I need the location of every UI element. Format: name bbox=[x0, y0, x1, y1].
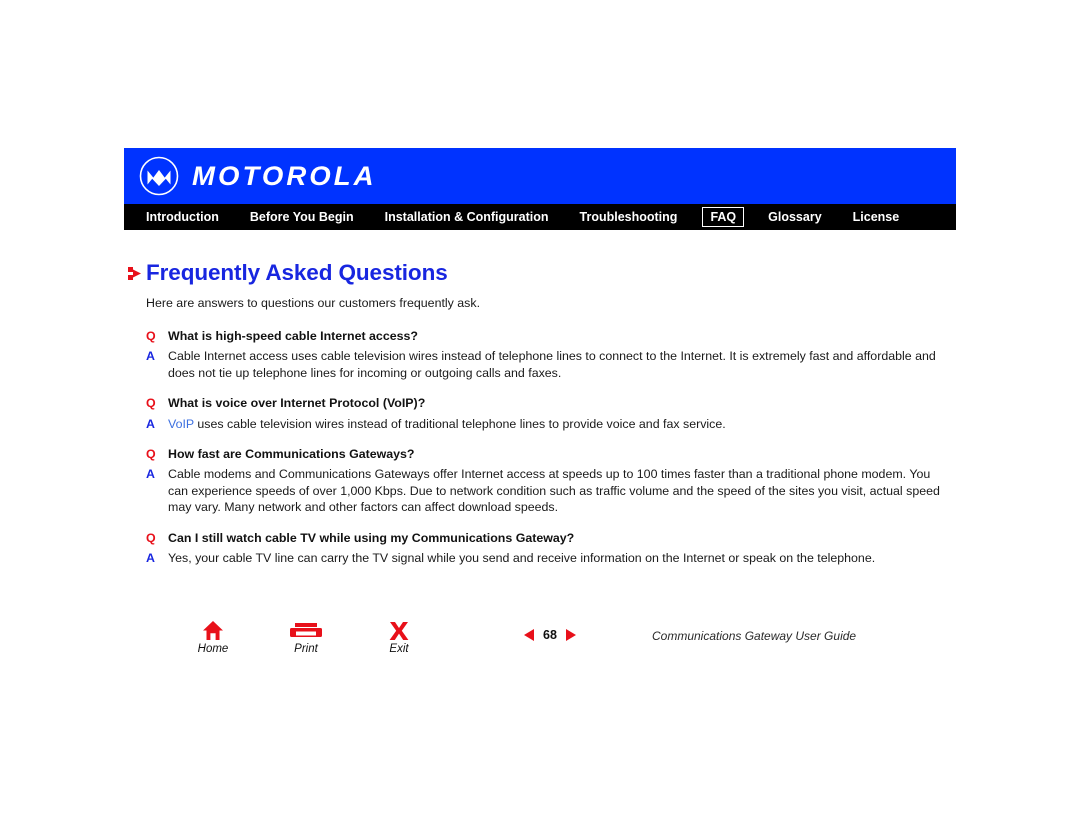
section-navbar: Introduction Before You Begin Installati… bbox=[124, 204, 956, 230]
motorola-wordmark: MOTOROLA bbox=[192, 160, 377, 191]
faq-question-row: Q What is high-speed cable Internet acce… bbox=[146, 328, 956, 344]
faq-answer-row: A VoIP uses cable television wires inste… bbox=[146, 416, 956, 432]
question-marker: Q bbox=[146, 396, 156, 411]
faq-answer-text: Cable modems and Communications Gateways… bbox=[168, 467, 940, 515]
faq-answer-row: A Cable Internet access uses cable telev… bbox=[146, 348, 956, 381]
page-title-row: Frequently Asked Questions bbox=[128, 260, 956, 286]
print-button[interactable]: Print bbox=[281, 618, 331, 655]
faq-item: Q How fast are Communications Gateways? … bbox=[146, 446, 956, 516]
motorola-m-logo-icon bbox=[138, 155, 180, 197]
home-button[interactable]: Home bbox=[188, 618, 238, 655]
next-page-arrow-icon[interactable] bbox=[565, 629, 576, 641]
page-footer: Home Print Exit 68 Communications Gatewa… bbox=[124, 618, 956, 678]
prev-page-arrow-icon[interactable] bbox=[524, 629, 534, 641]
faq-question-row: Q Can I still watch cable TV while using… bbox=[146, 530, 956, 546]
nav-item-before-you-begin[interactable]: Before You Begin bbox=[250, 209, 354, 225]
red-arrow-bullet-icon bbox=[128, 266, 141, 281]
brand-header: MOTOROLA bbox=[124, 148, 956, 204]
page-navigation: 68 bbox=[524, 629, 576, 641]
faq-item: Q What is voice over Internet Protocol (… bbox=[146, 395, 956, 432]
page-title: Frequently Asked Questions bbox=[146, 260, 448, 285]
faq-answer-text: VoIP uses cable television wires instead… bbox=[168, 416, 726, 432]
faq-answer-text: Yes, your cable TV line can carry the TV… bbox=[168, 551, 876, 566]
home-label: Home bbox=[197, 643, 229, 655]
page-number: 68 bbox=[543, 628, 557, 642]
faq-item: Q Can I still watch cable TV while using… bbox=[146, 530, 956, 567]
answer-marker: A bbox=[146, 416, 155, 431]
faq-list: Q What is high-speed cable Internet acce… bbox=[146, 328, 956, 566]
faq-question-text: Can I still watch cable TV while using m… bbox=[168, 530, 575, 545]
footer-toolbar: Home Print Exit bbox=[188, 618, 467, 655]
faq-question-text: How fast are Communications Gateways? bbox=[168, 447, 415, 462]
answer-marker: A bbox=[146, 349, 155, 364]
faq-question-row: Q What is voice over Internet Protocol (… bbox=[146, 395, 956, 411]
faq-answer-text: Cable Internet access uses cable televis… bbox=[168, 349, 936, 380]
nav-item-troubleshooting[interactable]: Troubleshooting bbox=[580, 209, 678, 225]
faq-question-row: Q How fast are Communications Gateways? bbox=[146, 446, 956, 462]
question-marker: Q bbox=[146, 447, 156, 462]
nav-item-installation-configuration[interactable]: Installation & Configuration bbox=[385, 209, 549, 225]
faq-question-text: What is high-speed cable Internet access… bbox=[168, 329, 418, 343]
nav-item-glossary[interactable]: Glossary bbox=[768, 209, 822, 225]
faq-answer-remainder: uses cable television wires instead of t… bbox=[193, 416, 726, 431]
intro-text: Here are answers to questions our custom… bbox=[146, 296, 481, 310]
question-marker: Q bbox=[146, 530, 156, 545]
home-icon bbox=[202, 618, 224, 642]
faq-answer-row: A Yes, your cable TV line can carry the … bbox=[146, 550, 956, 566]
printer-icon bbox=[289, 618, 323, 642]
exit-label: Exit bbox=[389, 643, 409, 655]
page-canvas: MOTOROLA Introduction Before You Begin I… bbox=[0, 0, 1080, 834]
question-marker: Q bbox=[146, 329, 156, 343]
faq-answer-row: A Cable modems and Communications Gatewa… bbox=[146, 466, 956, 515]
nav-item-faq[interactable]: FAQ bbox=[702, 207, 745, 227]
faq-item: Q What is high-speed cable Internet acce… bbox=[146, 328, 956, 381]
nav-item-introduction[interactable]: Introduction bbox=[146, 209, 219, 225]
document-body: MOTOROLA Introduction Before You Begin I… bbox=[124, 148, 956, 655]
faq-question-text: What is voice over Internet Protocol (Vo… bbox=[168, 396, 426, 411]
answer-marker: A bbox=[146, 551, 155, 566]
exit-x-icon bbox=[389, 618, 409, 642]
nav-item-license[interactable]: License bbox=[853, 209, 900, 225]
print-label: Print bbox=[294, 643, 318, 655]
answer-marker: A bbox=[146, 467, 155, 482]
exit-button[interactable]: Exit bbox=[374, 618, 424, 655]
voip-link[interactable]: VoIP bbox=[168, 417, 194, 431]
guide-title: Communications Gateway User Guide bbox=[652, 629, 857, 643]
